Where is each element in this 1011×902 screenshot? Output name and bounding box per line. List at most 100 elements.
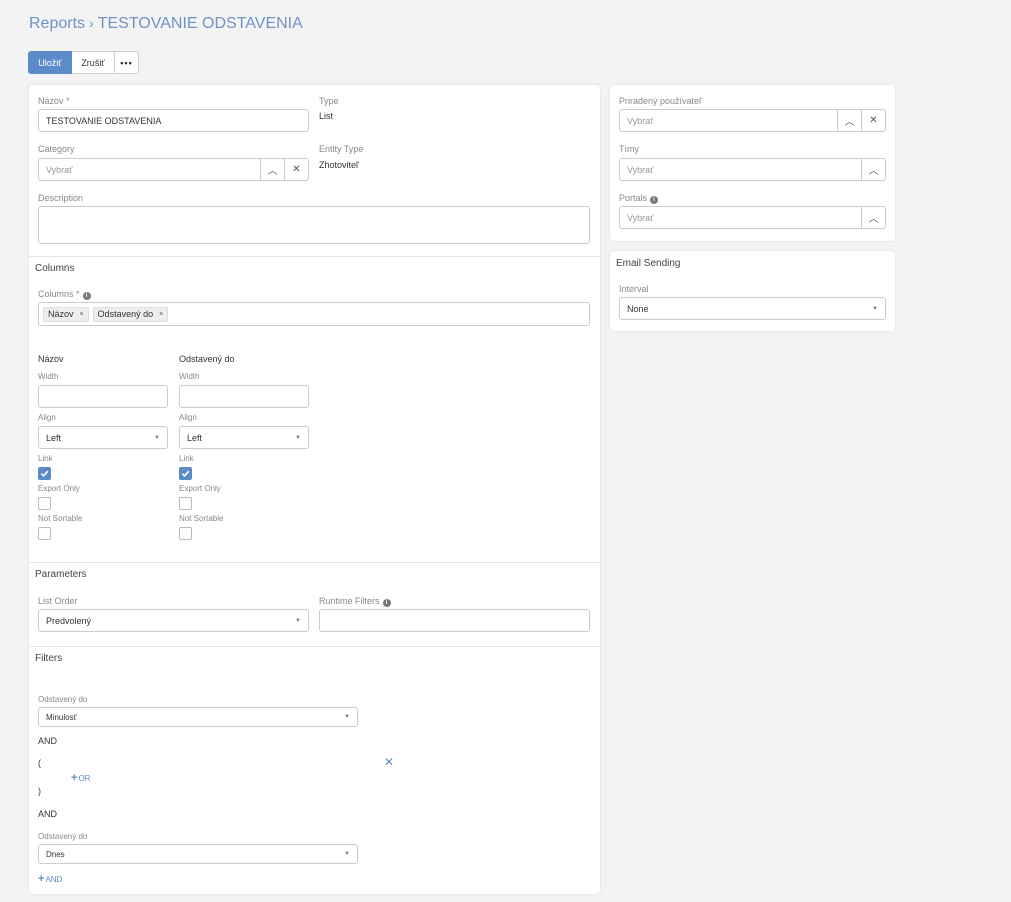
teams-input[interactable]: Vybrať [619,158,862,181]
link-checkbox[interactable] [179,467,192,480]
and-operator: AND [38,809,58,819]
add-or-button[interactable]: + OR [71,772,90,784]
more-actions-button[interactable]: ••• [115,51,139,74]
portals-field: Vybrať ︿ [619,206,886,229]
plus-icon: + [71,772,78,784]
runtime-filters-label: Runtime Filters i [319,596,391,607]
width-input[interactable] [179,385,309,408]
caret-down-icon: ▼ [295,617,301,624]
section-divider [29,646,600,647]
save-button[interactable]: Uložiť [28,51,72,74]
columns-section-title: Columns [35,263,75,274]
close-icon: ✕ [292,164,301,175]
info-icon: i [650,196,659,204]
filter-label: Odstavený do [38,695,88,704]
group-close-bracket: ) [38,786,41,796]
and-operator: AND [38,736,58,746]
info-icon: i [82,292,91,300]
type-label: Type [319,96,339,106]
group-open-bracket: ( [38,758,41,768]
category-input[interactable]: Vybrať [38,158,261,181]
breadcrumb: Reports › TESTOVANIE ODSTAVENIA [29,15,303,33]
chevron-up-icon: ︿ [868,214,879,225]
caret-down-icon: ▼ [872,305,878,312]
column-chip-odstaveny-do: Odstavený do × [92,306,169,322]
export-only-checkbox[interactable] [38,497,51,510]
entity-type-label: Entity Type [319,144,364,154]
filter-select[interactable]: Dnes ▼ [38,844,358,864]
assigned-user-input[interactable]: Vybrať [619,109,838,132]
teams-select-button[interactable]: ︿ [862,158,886,181]
portals-select-button[interactable]: ︿ [862,206,886,229]
align-label: Align [38,413,56,422]
cancel-button[interactable]: Zrušiť [72,51,115,74]
parameters-section-title: Parameters [35,569,87,580]
chip-remove-icon[interactable]: × [159,311,163,318]
teams-label: Tímy [619,144,639,154]
description-label: Description [38,193,84,203]
link-label: Link [179,454,194,463]
name-label: Názov * [38,96,70,106]
assigned-user-label: Priradený používateľ [619,96,702,106]
name-input[interactable]: TESTOVANIE ODSTAVENIA [38,109,309,132]
email-sending-title: Email Sending [616,258,681,269]
export-only-label: Export Only [179,484,221,493]
close-icon: ✕ [384,755,395,769]
list-order-select[interactable]: Predvolený ▼ [38,609,309,632]
export-only-checkbox[interactable] [179,497,192,510]
description-textarea[interactable] [38,206,590,244]
export-only-label: Export Only [38,484,80,493]
category-select-button[interactable]: ︿ [261,158,285,181]
align-select[interactable]: Left ▼ [38,426,168,449]
breadcrumb-separator: › [89,15,94,31]
interval-label: Interval [619,284,649,294]
chevron-up-icon: ︿ [844,117,855,128]
width-input[interactable] [38,385,168,408]
entity-type-value: Zhotoviteľ [319,160,359,170]
portals-input[interactable]: Vybrať [619,206,862,229]
breadcrumb-current: TESTOVANIE ODSTAVENIA [97,15,303,32]
add-and-button[interactable]: + AND [38,873,62,885]
section-divider [29,562,600,563]
link-checkbox[interactable] [38,467,51,480]
category-field: Vybrať ︿ ✕ [38,158,309,181]
category-clear-button[interactable]: ✕ [285,158,309,181]
remove-group-button[interactable]: ✕ [384,755,394,769]
assigned-user-select-button[interactable]: ︿ [838,109,862,132]
columns-multiselect[interactable]: Názov × Odstavený do × [38,302,590,326]
not-sortable-label: Not Sortable [38,514,83,523]
chevron-up-icon: ︿ [267,166,278,177]
column-chip-nazov: Názov × [43,306,89,322]
caret-down-icon: ▼ [344,714,350,720]
columns-label: Columns * i [38,289,91,300]
align-label: Align [179,413,197,422]
align-select[interactable]: Left ▼ [179,426,309,449]
column-settings-title: Názov [38,354,64,364]
column-settings-title: Odstavený do [179,354,235,364]
portals-label: Portals i [619,193,659,204]
assigned-user-clear-button[interactable]: ✕ [862,109,886,132]
info-icon: i [382,599,391,607]
width-label: Width [38,372,59,381]
category-label: Category [38,144,75,154]
caret-down-icon: ▼ [344,851,350,857]
not-sortable-checkbox[interactable] [179,527,192,540]
not-sortable-checkbox[interactable] [38,527,51,540]
breadcrumb-root[interactable]: Reports [29,15,85,32]
width-label: Width [179,372,200,381]
section-divider [29,256,600,257]
plus-icon: + [38,873,45,885]
filter-select[interactable]: Minulosť ▼ [38,707,358,727]
chip-remove-icon[interactable]: × [80,311,84,318]
not-sortable-label: Not Sortable [179,514,224,523]
interval-select[interactable]: None ▼ [619,297,886,320]
close-icon: ✕ [869,115,878,126]
teams-field: Vybrať ︿ [619,158,886,181]
caret-down-icon: ▼ [295,434,301,441]
type-value: List [319,111,334,121]
filter-label: Odstavený do [38,832,88,841]
runtime-filters-input[interactable] [319,609,590,632]
caret-down-icon: ▼ [154,434,160,441]
filters-section-title: Filters [35,653,63,664]
list-order-label: List Order [38,596,78,606]
